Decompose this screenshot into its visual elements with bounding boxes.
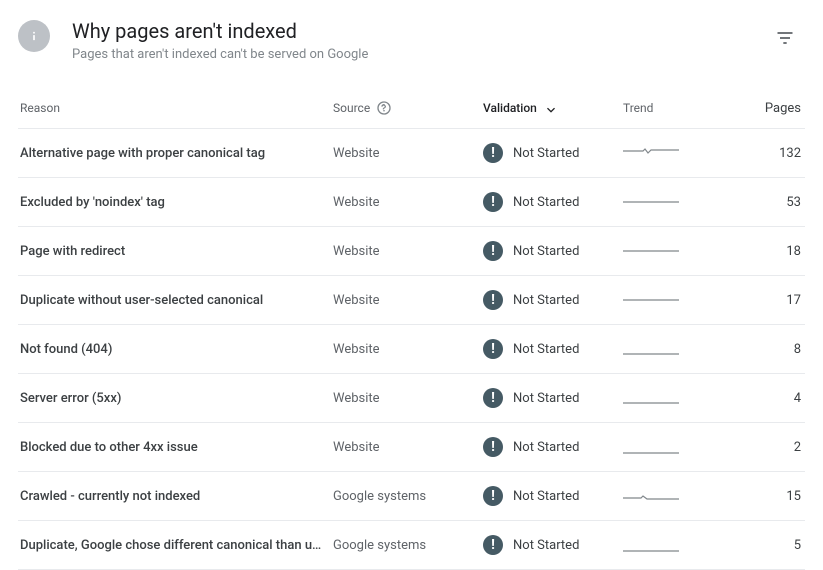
col-pages-label: Pages: [765, 101, 801, 116]
pages-cell: 17: [733, 293, 803, 308]
reason-cell: Not found (404): [20, 342, 333, 357]
validation-cell: ! Not Started: [483, 192, 623, 212]
table-row[interactable]: Crawled - currently not indexedGoogle sy…: [18, 472, 805, 521]
pages-cell: 53: [733, 195, 803, 210]
trend-cell: [623, 193, 733, 211]
validation-label: Not Started: [513, 146, 579, 161]
table-row[interactable]: Excluded by 'noindex' tagWebsite! Not Sta…: [18, 178, 805, 227]
col-source[interactable]: Source: [333, 100, 483, 116]
source-cell: Website: [333, 195, 483, 210]
validation-cell: ! Not Started: [483, 339, 623, 359]
source-cell: Google systems: [333, 538, 483, 553]
table-header: Reason Source Validation Trend Pages: [18, 88, 805, 129]
trend-sparkline-icon: [623, 389, 679, 407]
trend-sparkline-icon: [623, 144, 679, 162]
table-row[interactable]: Not found (404)Website! Not Started 8: [18, 325, 805, 374]
pages-cell: 15: [733, 489, 803, 504]
trend-sparkline-icon: [623, 438, 679, 456]
table-row[interactable]: Page with redirectWebsite! Not Started 18: [18, 227, 805, 276]
trend-sparkline-icon: [623, 242, 679, 260]
col-trend-label: Trend: [623, 101, 653, 115]
validation-label: Not Started: [513, 293, 579, 308]
exclamation-icon: !: [483, 486, 503, 506]
validation-cell: ! Not Started: [483, 486, 623, 506]
validation-cell: ! Not Started: [483, 535, 623, 555]
exclamation-icon: !: [483, 339, 503, 359]
trend-cell: [623, 291, 733, 309]
trend-cell: [623, 438, 733, 456]
trend-cell: [623, 340, 733, 358]
help-icon[interactable]: [376, 100, 392, 116]
exclamation-icon: !: [483, 535, 503, 555]
validation-cell: ! Not Started: [483, 241, 623, 261]
trend-sparkline-icon: [623, 487, 679, 505]
exclamation-icon: !: [483, 437, 503, 457]
source-cell: Website: [333, 391, 483, 406]
trend-sparkline-icon: [623, 340, 679, 358]
table-row[interactable]: Server error (5xx)Website! Not Started 4: [18, 374, 805, 423]
page-subtitle: Pages that aren't indexed can't be serve…: [72, 46, 765, 64]
validation-label: Not Started: [513, 538, 579, 553]
table-row[interactable]: Duplicate, Google chose different canoni…: [18, 521, 805, 570]
pages-cell: 132: [733, 146, 803, 161]
pages-cell: 8: [733, 342, 803, 357]
validation-label: Not Started: [513, 489, 579, 504]
filter-icon: [775, 28, 795, 48]
exclamation-icon: !: [483, 192, 503, 212]
reason-cell: Blocked due to other 4xx issue: [20, 440, 333, 455]
validation-label: Not Started: [513, 342, 579, 357]
validation-label: Not Started: [513, 244, 579, 259]
trend-cell: [623, 487, 733, 505]
trend-cell: [623, 389, 733, 407]
trend-sparkline-icon: [623, 536, 679, 554]
filter-button[interactable]: [765, 18, 805, 58]
trend-sparkline-icon: [623, 291, 679, 309]
col-validation[interactable]: Validation: [483, 100, 623, 116]
arrow-down-icon: [543, 100, 559, 116]
validation-label: Not Started: [513, 391, 579, 406]
trend-sparkline-icon: [623, 193, 679, 211]
exclamation-icon: !: [483, 241, 503, 261]
reason-cell: Server error (5xx): [20, 391, 333, 406]
source-cell: Website: [333, 293, 483, 308]
col-validation-label: Validation: [483, 101, 537, 115]
source-cell: Website: [333, 244, 483, 259]
col-source-label: Source: [333, 101, 370, 115]
info-icon: [18, 20, 50, 52]
validation-cell: ! Not Started: [483, 143, 623, 163]
pages-cell: 18: [733, 244, 803, 259]
reason-cell: Alternative page with proper canonical t…: [20, 146, 333, 161]
pages-cell: 4: [733, 391, 803, 406]
table-row[interactable]: Duplicate without user-selected canonica…: [18, 276, 805, 325]
table-row[interactable]: Alternative page with proper canonical t…: [18, 129, 805, 178]
validation-cell: ! Not Started: [483, 437, 623, 457]
reason-cell: Duplicate, Google chose different canoni…: [20, 538, 333, 553]
validation-label: Not Started: [513, 195, 579, 210]
validation-cell: ! Not Started: [483, 290, 623, 310]
col-pages[interactable]: Pages: [733, 101, 803, 116]
page-title: Why pages aren't indexed: [72, 18, 765, 44]
reason-cell: Duplicate without user-selected canonica…: [20, 293, 333, 308]
reason-cell: Excluded by 'noindex' tag: [20, 195, 333, 210]
source-cell: Google systems: [333, 489, 483, 504]
pages-cell: 2: [733, 440, 803, 455]
validation-cell: ! Not Started: [483, 388, 623, 408]
trend-cell: [623, 536, 733, 554]
table-row[interactable]: Blocked due to other 4xx issueWebsite! No…: [18, 423, 805, 472]
source-cell: Website: [333, 146, 483, 161]
exclamation-icon: !: [483, 388, 503, 408]
exclamation-icon: !: [483, 290, 503, 310]
exclamation-icon: !: [483, 143, 503, 163]
source-cell: Website: [333, 440, 483, 455]
col-reason[interactable]: Reason: [20, 101, 333, 115]
source-cell: Website: [333, 342, 483, 357]
col-reason-label: Reason: [20, 101, 60, 115]
pages-cell: 5: [733, 538, 803, 553]
col-trend[interactable]: Trend: [623, 101, 733, 115]
trend-cell: [623, 242, 733, 260]
trend-cell: [623, 144, 733, 162]
validation-label: Not Started: [513, 440, 579, 455]
reason-cell: Crawled - currently not indexed: [20, 489, 333, 504]
reason-cell: Page with redirect: [20, 244, 333, 259]
